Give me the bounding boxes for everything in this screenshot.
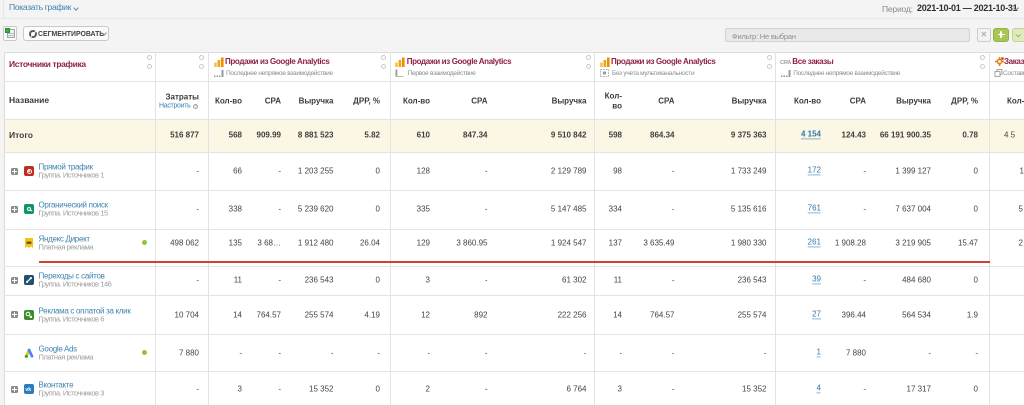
svg-text:CRM: CRM bbox=[780, 60, 791, 65]
svg-text:vk: vk bbox=[25, 387, 31, 393]
